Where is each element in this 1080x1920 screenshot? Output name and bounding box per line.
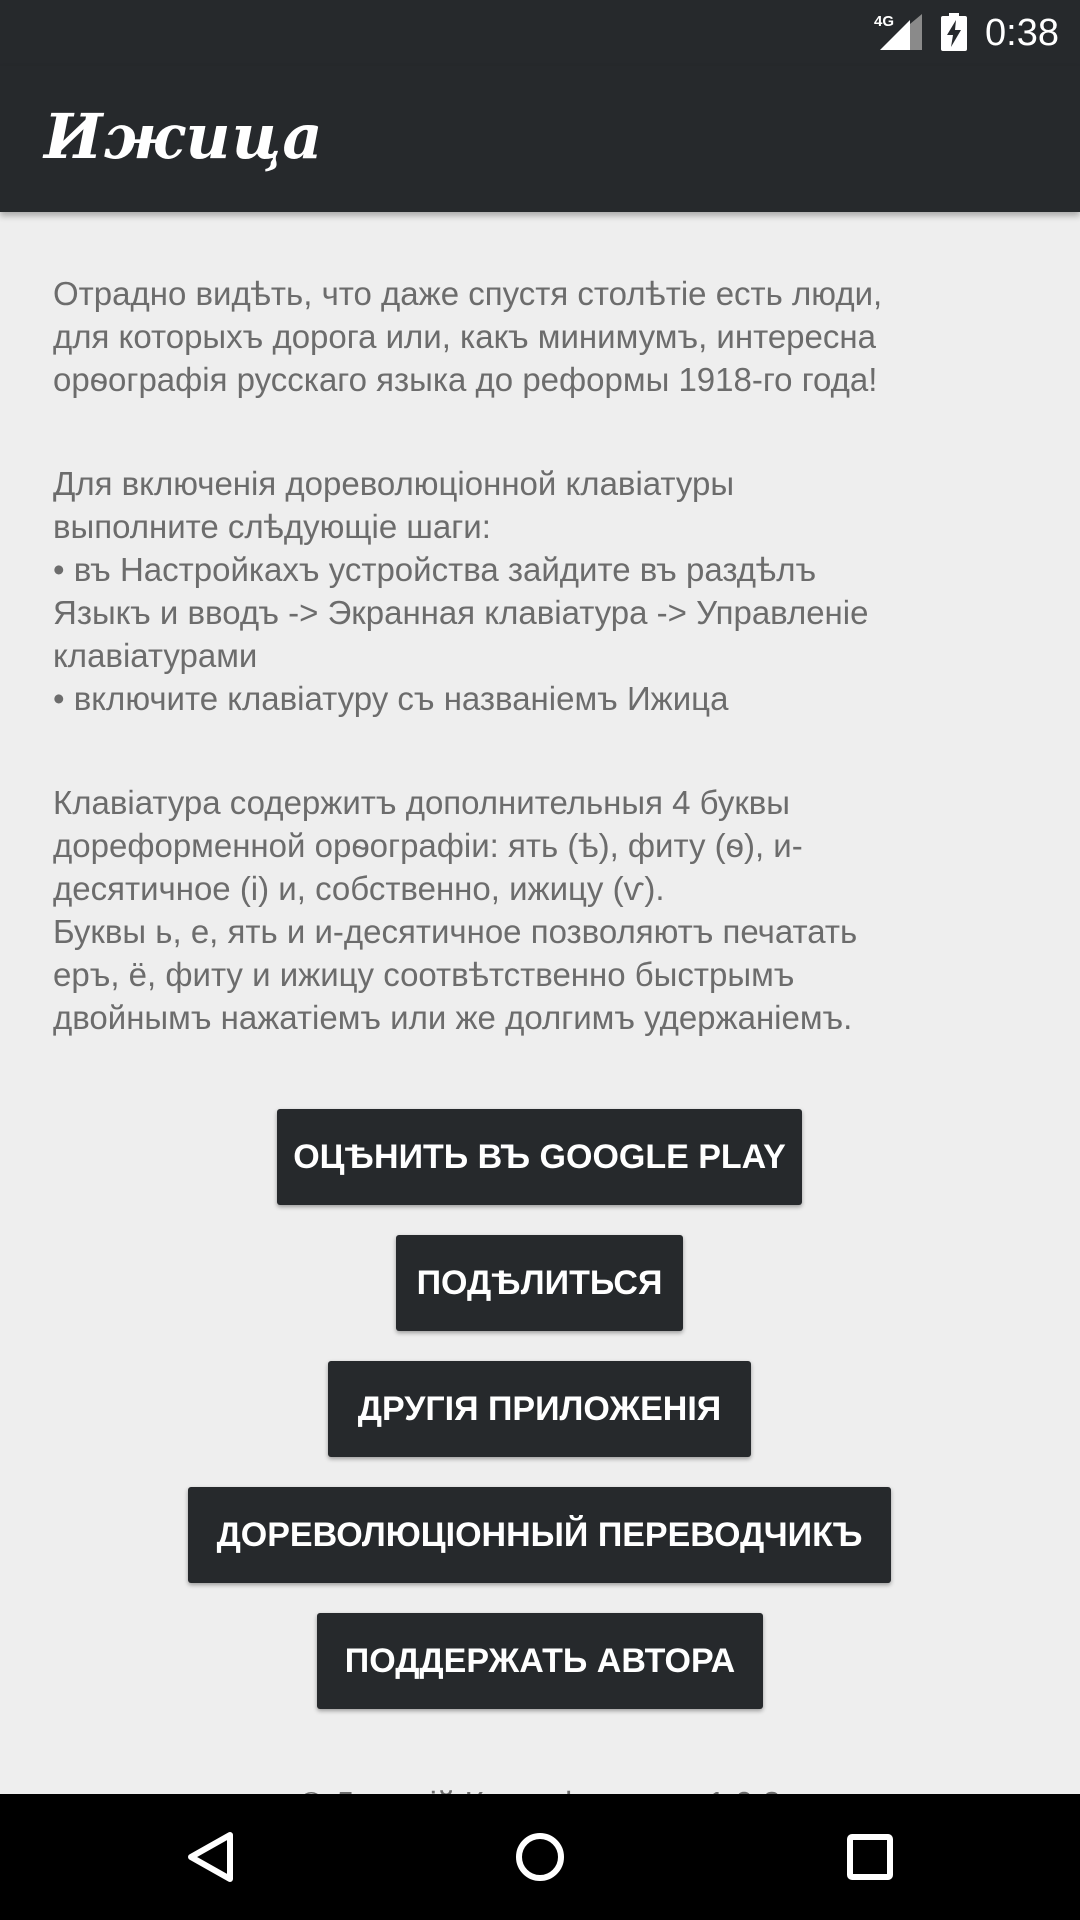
recents-icon[interactable] [834, 1821, 906, 1893]
text-line: Буквы ь, е, ять и и-десятичное позволяют… [53, 913, 858, 950]
home-icon[interactable] [504, 1821, 576, 1893]
text-line: клавіатурами [53, 637, 258, 674]
other-apps-button[interactable]: ДРУГІЯ ПРИЛОЖЕНІЯ [328, 1361, 751, 1457]
text-line: дореформенной орѳографіи: ять (ѣ), фиту … [53, 827, 803, 864]
translator-button[interactable]: ДОРЕВОЛЮЦІОННЫЙ ПЕРЕВОДЧИКЪ [188, 1487, 891, 1583]
signal-icon: 4G [874, 14, 922, 52]
text-line: Для включенія дореволюціонной клавіатуры [53, 465, 735, 502]
text-line: десятичное (і) и, собственно, ижицу (ѵ). [53, 870, 665, 907]
text-line: Отрадно видѣть, что даже спустя столѣтіе… [53, 275, 883, 312]
navigation-bar [0, 1794, 1080, 1920]
status-time: 0:38 [985, 12, 1059, 54]
text-line: • включите клавіатуру съ названіемъ Ижиц… [53, 680, 729, 717]
app-title: Ижица [44, 100, 324, 173]
text-line: для которыхъ дорога или, какъ минимумъ, … [53, 318, 876, 355]
instructions-paragraph: Для включенія дореволюціонной клавіатуры… [53, 462, 1043, 720]
text-line: двойнымъ нажатіемъ или же долгимъ удержа… [53, 999, 853, 1036]
app-bar: Ижица [0, 66, 1080, 212]
text-line: выполните слѣдующіе шаги: [53, 508, 491, 545]
text-line: • въ Настройкахъ устройства зайдите въ р… [53, 551, 817, 588]
main-content[interactable]: Отрадно видѣть, что даже спустя столѣтіе… [0, 212, 1080, 1794]
text-line: еръ, ё, фиту и ижицу соотвѣтственно быст… [53, 956, 795, 993]
text-line: орѳографія русскаго языка до реформы 191… [53, 361, 878, 398]
rate-google-play-button[interactable]: ОЦѢНИТЬ ВЪ GOOGLE PLAY [277, 1109, 802, 1205]
share-button[interactable]: ПОДѢЛИТЬСЯ [396, 1235, 683, 1331]
back-icon[interactable] [175, 1821, 247, 1893]
keyboard-info-paragraph: Клавіатура содержитъ дополнительныя 4 бу… [53, 781, 1043, 1039]
copyright-footer: © Дмитрій Ксенофонтовъ, 1.0.2 [0, 1782, 1080, 1794]
status-bar: 4G 0:38 [0, 0, 1080, 66]
text-line: Клавіатура содержитъ дополнительныя 4 бу… [53, 784, 791, 821]
battery-charging-icon [941, 13, 967, 51]
intro-paragraph: Отрадно видѣть, что даже спустя столѣтіе… [53, 272, 1043, 401]
support-author-button[interactable]: ПОДДЕРЖАТЬ АВТОРА [317, 1613, 763, 1709]
text-line: Языкъ и вводъ -> Экранная клавіатура -> … [53, 594, 869, 631]
